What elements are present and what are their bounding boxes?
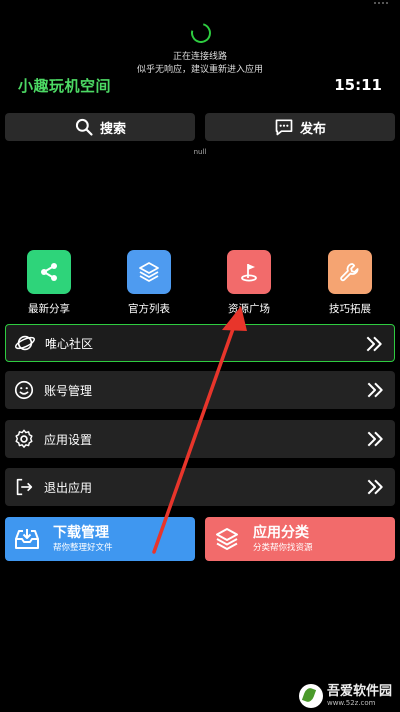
- more-dots-icon: [374, 2, 388, 6]
- grid-item-resource-square[interactable]: 资源广场: [204, 250, 294, 316]
- publish-button-label: 发布: [299, 121, 326, 137]
- leaf-logo-icon: [298, 684, 323, 708]
- grid-item-latest-share[interactable]: 最新分享: [4, 250, 94, 316]
- double-chevron-right-icon: [367, 382, 383, 398]
- menu-item-account[interactable]: 账号管理: [5, 371, 395, 409]
- menu-item-label: 应用设置: [44, 432, 93, 447]
- null-text: null: [193, 148, 207, 156]
- app-category-button[interactable]: 应用分类 分类帮你找资源: [205, 517, 395, 561]
- gear-icon: [12, 427, 36, 451]
- grid-label: 最新分享: [28, 303, 70, 315]
- grid-label: 官方列表: [128, 303, 170, 315]
- menu-item-settings[interactable]: 应用设置: [5, 420, 395, 458]
- clock: 15:11: [334, 76, 382, 94]
- menu-item-label: 唯心社区: [45, 336, 94, 351]
- grid-label: 技巧拓展: [329, 303, 371, 315]
- app-category-subtitle: 分类帮你找资源: [253, 543, 313, 553]
- wrench-icon: [328, 250, 372, 294]
- app-title: 小趣玩机空间: [18, 77, 112, 95]
- layers-icon: [127, 250, 171, 294]
- watermark-title: 吾爱软件园: [326, 684, 392, 699]
- download-manager-subtitle: 帮你整理好文件: [53, 543, 113, 553]
- search-icon: [75, 118, 93, 136]
- double-chevron-right-icon: [366, 336, 382, 352]
- flag-icon: [227, 250, 271, 294]
- menu-item-exit[interactable]: 退出应用: [5, 468, 395, 506]
- grid-item-official-list[interactable]: 官方列表: [104, 250, 194, 316]
- planet-icon: [13, 331, 37, 355]
- inbox-download-icon: [15, 529, 39, 549]
- menu-item-label: 账号管理: [44, 383, 93, 398]
- share-icon: [27, 250, 71, 294]
- comment-icon: [275, 119, 293, 136]
- menu-item-label: 退出应用: [44, 480, 93, 495]
- search-button[interactable]: 搜索: [5, 113, 195, 141]
- exit-icon: [12, 475, 36, 499]
- publish-button[interactable]: 发布: [205, 113, 395, 141]
- grid-item-tips-extend[interactable]: 技巧拓展: [305, 250, 395, 316]
- smile-icon: [12, 378, 36, 402]
- double-chevron-right-icon: [367, 479, 383, 495]
- connecting-status: 正在连接线路: [172, 52, 227, 62]
- layers-icon: [216, 528, 238, 550]
- search-button-label: 搜索: [99, 121, 126, 137]
- watermark: 吾爱软件园 www.52z.com: [298, 684, 392, 708]
- menu-item-community[interactable]: 唯心社区: [5, 324, 395, 362]
- loading-spinner-icon: [187, 19, 215, 47]
- download-manager-title: 下载管理: [53, 525, 109, 541]
- connecting-hint: 似乎无响应，建议重新进入应用: [136, 65, 263, 75]
- download-manager-button[interactable]: 下载管理 帮你整理好文件: [5, 517, 195, 561]
- grid-label: 资源广场: [228, 303, 270, 315]
- watermark-url: www.52z.com: [326, 699, 376, 707]
- double-chevron-right-icon: [367, 431, 383, 447]
- app-category-title: 应用分类: [253, 525, 309, 541]
